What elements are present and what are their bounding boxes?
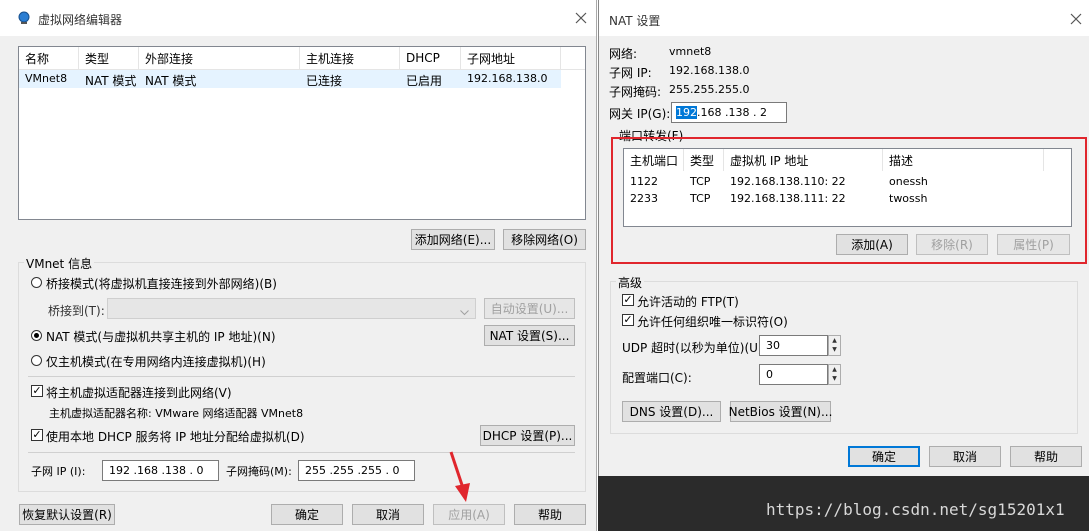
config-port-field[interactable]: 0 xyxy=(759,364,828,385)
allow-oui-checkbox[interactable]: ✓ xyxy=(622,314,634,326)
advanced-label: 高级 xyxy=(616,274,645,291)
use-dhcp-checkbox[interactable]: ✓ xyxy=(31,429,43,441)
ok-button[interactable]: 确定 xyxy=(271,504,343,525)
subnet-mask-label: 子网掩码: xyxy=(609,85,662,99)
subnet-ip-value: 192.168.138.0 xyxy=(669,64,750,77)
bridge-mode-radio[interactable] xyxy=(31,277,42,288)
restore-defaults-button[interactable]: 恢复默认设置(R) xyxy=(19,504,115,525)
nat-mode-label[interactable]: NAT 模式(与虚拟机共享主机的 IP 地址)(N) xyxy=(46,328,276,345)
udp-timeout-label: UDP 超时(以秒为单位)(U): xyxy=(622,341,767,355)
chevron-up-icon: ▲ xyxy=(832,337,837,344)
divider xyxy=(28,376,575,377)
remove-network-button[interactable]: 移除网络(O) xyxy=(503,229,586,250)
network-globe-icon xyxy=(17,11,31,25)
chevron-up-icon: ▲ xyxy=(832,366,837,373)
network-table[interactable]: 名称 类型 外部连接 主机连接 DHCP 子网地址 VMnet8 NAT 模式 … xyxy=(18,46,586,220)
column-header[interactable]: DHCP xyxy=(400,47,461,69)
subnet-mask-label: 子网掩码(M): xyxy=(226,465,292,478)
network-label: 网络: xyxy=(609,47,638,61)
netbios-settings-button[interactable]: NetBios 设置(N)... xyxy=(729,401,832,422)
subnet-ip-label: 子网 IP (I): xyxy=(31,465,86,478)
host-only-label[interactable]: 仅主机模式(在专用网络内连接虚拟机)(H) xyxy=(46,353,266,370)
dhcp-settings-button[interactable]: DHCP 设置(P)... xyxy=(480,425,575,446)
table-row[interactable]: VMnet8 NAT 模式 NAT 模式 已连接 已启用 192.168.138… xyxy=(19,70,561,88)
table-header: 名称 类型 外部连接 主机连接 DHCP 子网地址 xyxy=(19,47,585,70)
ok-button[interactable]: 确定 xyxy=(848,446,920,467)
adapter-name-label: 主机虚拟适配器名称: VMware 网络适配器 VMnet8 xyxy=(49,407,304,420)
close-icon[interactable] xyxy=(1069,12,1083,26)
config-port-stepper[interactable]: ▲ ▼ xyxy=(828,364,841,385)
subnet-mask-field[interactable]: 255 .255 .255 . 0 xyxy=(298,460,415,481)
window-title: NAT 设置 xyxy=(609,14,661,28)
allow-ftp-label[interactable]: 允许活动的 FTP(T) xyxy=(637,293,739,310)
chevron-down-icon: ▼ xyxy=(832,375,837,382)
watermark: https://blog.csdn.net/sg15201x1 xyxy=(766,500,1065,519)
subnet-ip-label: 子网 IP: xyxy=(609,66,652,80)
host-only-radio[interactable] xyxy=(31,355,42,366)
table-cell: 192.168.138.0 xyxy=(467,72,548,85)
udp-timeout-field[interactable]: 30 xyxy=(759,335,828,356)
help-button[interactable]: 帮助 xyxy=(1010,446,1082,467)
nat-settings-button[interactable]: NAT 设置(S)... xyxy=(484,325,575,346)
chevron-down-icon xyxy=(460,305,469,316)
bridge-mode-label[interactable]: 桥接模式(将虚拟机直接连接到外部网络)(B) xyxy=(46,275,277,292)
table-cell: 已连接 xyxy=(306,74,343,88)
apply-button[interactable]: 应用(A) xyxy=(433,504,505,525)
background-area: https://blog.csdn.net/sg15201x1 xyxy=(598,476,1089,531)
udp-timeout-stepper[interactable]: ▲ ▼ xyxy=(828,335,841,356)
allow-ftp-checkbox[interactable]: ✓ xyxy=(622,294,634,306)
gateway-ip-field[interactable]: 192 .168 .138 . 2 xyxy=(671,102,787,123)
column-header[interactable]: 子网地址 xyxy=(461,47,561,69)
bridge-to-label: 桥接到(T): xyxy=(48,304,105,318)
config-port-label: 配置端口(C): xyxy=(622,371,692,385)
column-header[interactable]: 类型 xyxy=(79,47,139,69)
window-title: 虚拟网络编辑器 xyxy=(38,13,123,27)
virtual-network-editor-window: 虚拟网络编辑器 名称 类型 外部连接 主机连接 DHCP 子网地址 VMnet8… xyxy=(0,0,597,531)
use-dhcp-label[interactable]: 使用本地 DHCP 服务将 IP 地址分配给虚拟机(D) xyxy=(46,428,305,445)
title-bar: NAT 设置 xyxy=(599,0,1089,36)
table-cell: NAT 模式 xyxy=(145,74,197,88)
highlight-box xyxy=(611,137,1087,264)
help-button[interactable]: 帮助 xyxy=(514,504,586,525)
add-network-button[interactable]: 添加网络(E)... xyxy=(411,229,495,250)
gateway-label: 网关 IP(G): xyxy=(609,107,671,121)
cancel-button[interactable]: 取消 xyxy=(929,446,1001,467)
close-icon[interactable] xyxy=(574,11,588,25)
chevron-down-icon: ▼ xyxy=(832,346,837,353)
gateway-ip-selected: 192 xyxy=(676,106,697,119)
cancel-button[interactable]: 取消 xyxy=(352,504,424,525)
vmnet-info-label: VMnet 信息 xyxy=(24,255,95,272)
table-cell: VMnet8 xyxy=(25,72,68,85)
allow-oui-label[interactable]: 允许任何组织唯一标识符(O) xyxy=(637,313,788,330)
column-header[interactable]: 主机连接 xyxy=(300,47,400,69)
table-cell: NAT 模式 xyxy=(85,74,137,88)
annotation-arrow-icon xyxy=(446,450,476,505)
divider xyxy=(28,452,575,453)
column-header[interactable]: 外部连接 xyxy=(139,47,300,69)
nat-mode-radio[interactable] xyxy=(31,330,42,341)
column-header[interactable]: 名称 xyxy=(19,47,79,69)
connect-adapter-label[interactable]: 将主机虚拟适配器连接到此网络(V) xyxy=(46,384,232,401)
vmnet-info-group xyxy=(18,262,586,492)
table-cell: 已启用 xyxy=(406,74,443,88)
title-bar: 虚拟网络编辑器 xyxy=(0,0,596,36)
subnet-ip-field[interactable]: 192 .168 .138 . 0 xyxy=(102,460,219,481)
auto-settings-button[interactable]: 自动设置(U)... xyxy=(484,298,575,319)
network-value: vmnet8 xyxy=(669,45,712,58)
dns-settings-button[interactable]: DNS 设置(D)... xyxy=(622,401,721,422)
subnet-mask-value: 255.255.255.0 xyxy=(669,83,750,96)
nat-settings-window: NAT 设置 网络: vmnet8 子网 IP: 192.168.138.0 子… xyxy=(598,0,1089,476)
gateway-ip-rest: .168 .138 . 2 xyxy=(697,106,767,119)
connect-adapter-checkbox[interactable]: ✓ xyxy=(31,385,43,397)
bridge-to-select[interactable] xyxy=(107,298,476,319)
